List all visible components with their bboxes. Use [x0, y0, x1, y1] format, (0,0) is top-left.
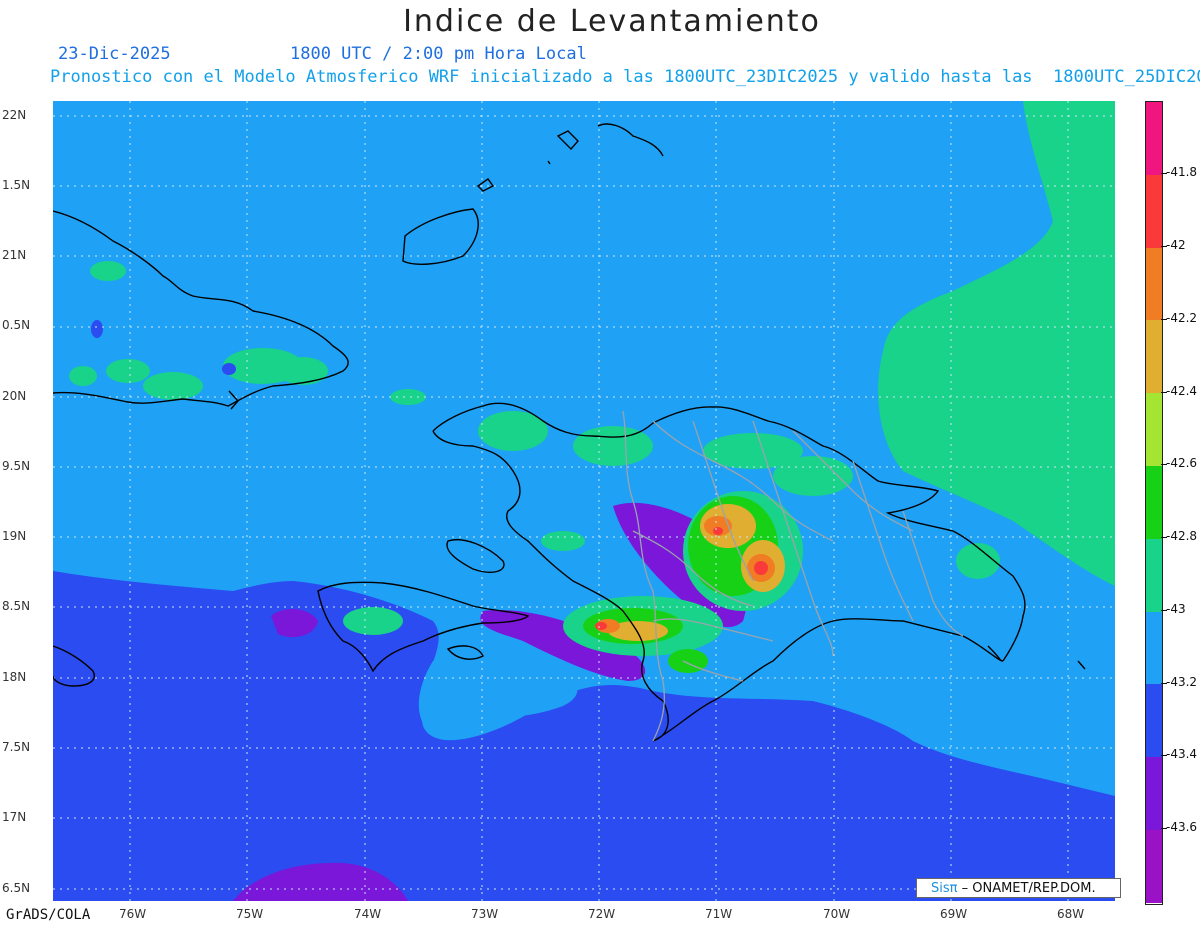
legend-label: -43.6 [1166, 820, 1198, 834]
lat-label-4: 0.5N [2, 318, 31, 332]
legend-swatch [1146, 174, 1162, 248]
legend-swatch [1146, 757, 1162, 830]
lon-label-2: 75W [236, 907, 264, 921]
lat-label-12: 6.5N [2, 881, 31, 895]
legend-label: -43.4 [1166, 747, 1198, 761]
lon-label-1: 76W [119, 907, 147, 921]
legend-swatch [1146, 538, 1162, 612]
lat-label-5: 20N [2, 389, 27, 403]
legend-swatch [1146, 465, 1162, 539]
lon-label-7: 70W [823, 907, 851, 921]
legend-colorbar [1145, 101, 1163, 905]
lat-label-2: 1.5N [2, 178, 31, 192]
map-canvas [53, 101, 1115, 901]
lat-label-8: 8.5N [2, 599, 31, 613]
credit-text: – ONAMET/REP.DOM. [961, 881, 1096, 896]
legend-swatch [1146, 247, 1162, 321]
lon-label-3: 74W [354, 907, 382, 921]
legend-label: -43 [1166, 602, 1186, 616]
map-title: Indice de Levantamiento [403, 4, 821, 39]
legend-label: -42.2 [1166, 311, 1198, 325]
lat-label-10: 7.5N [2, 740, 31, 754]
legend-swatch [1146, 829, 1162, 903]
lat-label-1: 22N [2, 108, 27, 122]
legend-label: -41.8 [1166, 165, 1198, 179]
lon-label-6: 71W [705, 907, 733, 921]
legend-label: -42.6 [1166, 456, 1198, 470]
legend-swatch [1146, 684, 1162, 758]
credit-box: Sisπ – ONAMET/REP.DOM. [916, 878, 1121, 898]
legend-label: -42 [1166, 238, 1186, 252]
legend-swatch [1146, 320, 1162, 394]
lon-label-5: 72W [588, 907, 616, 921]
legend-swatch [1146, 102, 1162, 175]
map-area [53, 101, 1115, 901]
lat-label-11: 17N [2, 810, 27, 824]
legend-swatch [1146, 611, 1162, 685]
legend-label: -43.2 [1166, 675, 1198, 689]
legend-label: -42.4 [1166, 384, 1198, 398]
forecast-description: Pronostico con el Modelo Atmosferico WRF… [50, 67, 1200, 87]
date-label: 23-Dic-2025 [58, 44, 171, 64]
lat-label-9: 18N [2, 670, 27, 684]
lon-label-8: 69W [940, 907, 968, 921]
legend-label: -42.8 [1166, 529, 1198, 543]
time-label: 1800 UTC / 2:00 pm Hora Local [290, 44, 587, 64]
footer-label: GrADS/COLA [6, 907, 91, 923]
lon-label-4: 73W [471, 907, 499, 921]
lat-label-3: 21N [2, 248, 27, 262]
legend-swatch [1146, 393, 1162, 466]
lat-label-6: 9.5N [2, 459, 31, 473]
lat-label-7: 19N [2, 529, 27, 543]
lon-label-9: 68W [1057, 907, 1085, 921]
credit-logo: Sisπ [931, 881, 958, 896]
